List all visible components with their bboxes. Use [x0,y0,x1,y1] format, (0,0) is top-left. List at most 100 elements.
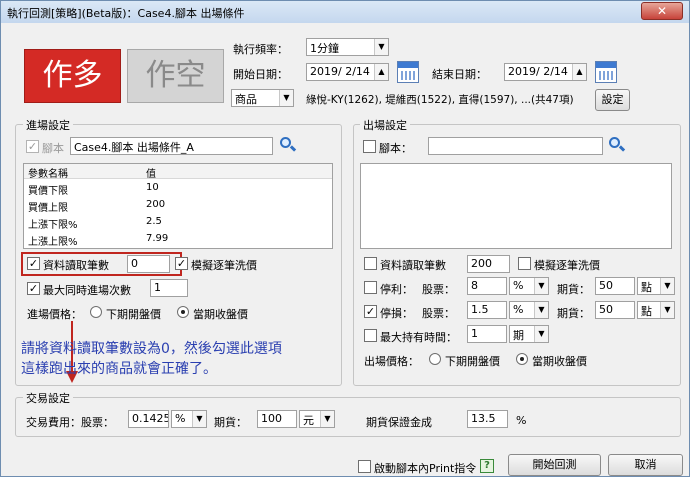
print-label: 啟動腳本內Print指令 [374,462,477,475]
table-row[interactable]: 買價上限 200 [24,198,332,214]
help-icon[interactable]: ? [480,459,494,473]
column-header: 值 [146,169,156,180]
stop-loss-checkbox[interactable]: ✓ [364,305,377,318]
stop-profit-unit: % [513,279,524,292]
entry-simulate-label: 模擬逐筆洗價 [191,259,257,272]
entry-script-label: 腳本 [42,142,64,155]
entry-script-checkbox[interactable]: ✓ [26,140,39,153]
chevron-down-icon: ▼ [374,39,388,55]
date-spinner-icon: ▲ [572,64,586,80]
exit-script-checkbox[interactable] [363,140,376,153]
chevron-down-icon: ▼ [279,90,293,106]
start-backtest-button[interactable]: 開始回測 [508,454,601,476]
chevron-down-icon: ▼ [192,411,206,427]
entry-bars-label: 資料讀取筆數 [43,259,109,272]
exit-param-table [360,163,672,249]
print-checkbox[interactable] [358,460,371,473]
exit-close-radio[interactable] [516,353,528,365]
backtest-window: 執行回測[策略](Beta版)：Case4.腳本 出場條件 ✕ 作多 作空 執行… [0,0,690,477]
stop-loss-fut-input[interactable]: 50 [595,301,635,319]
exit-next-open-label: 下期開盤價 [445,355,500,368]
stop-profit-unit-dropdown[interactable]: % ▼ [509,277,549,295]
stop-profit-checkbox[interactable] [364,281,377,294]
margin-label: 期貨保證金成 [366,416,432,429]
start-date-field[interactable]: 2019/ 2/14 ▲ [306,63,389,81]
param-value: 10 [146,182,159,193]
stop-loss-fut-unit: 點 [641,305,652,318]
settings-button[interactable]: 設定 [595,89,630,111]
stop-loss-fut-label: 期貨： [557,307,590,320]
fee-fut-unit-dropdown[interactable]: 元 ▼ [299,410,335,428]
cancel-button[interactable]: 取消 [608,454,683,476]
start-date-label: 開始日期： [233,68,288,81]
exit-bars-checkbox[interactable] [364,257,377,270]
exit-price-label: 出場價格： [364,355,419,368]
exit-next-open-radio[interactable] [429,353,441,365]
param-name: 買價下限 [28,186,68,197]
exit-script-label: 腳本： [379,142,412,155]
exit-script-field[interactable] [428,137,603,155]
date-spinner-icon: ▲ [374,64,388,80]
max-hold-input[interactable]: 1 [467,325,507,343]
table-row[interactable]: 上漲上限% 7.99 [24,232,332,248]
exit-settings-title: 出場設定 [360,117,410,133]
window-title: 執行回測[策略](Beta版)：Case4.腳本 出場條件 [7,7,245,20]
product-type-dropdown[interactable]: 商品 ▼ [231,89,294,107]
search-icon[interactable] [609,137,626,153]
stop-loss-unit: % [513,303,524,316]
stop-loss-stock-input[interactable]: 1.5 [467,301,507,319]
chevron-down-icon: ▼ [660,302,674,318]
table-row[interactable]: 上漲下限% 2.5 [24,215,332,231]
freq-label: 執行頻率： [233,43,288,56]
calendar-icon[interactable] [397,61,419,83]
max-hold-label: 最大持有時間： [380,331,457,344]
trade-settings-group [15,397,681,437]
stop-profit-fut-input[interactable]: 50 [595,277,635,295]
exit-simulate-checkbox[interactable] [518,257,531,270]
entry-script-field[interactable]: Case4.腳本 出場條件_A [70,137,273,155]
fee-stock-unit-dropdown[interactable]: % ▼ [171,410,207,428]
calendar-icon[interactable] [595,61,617,83]
entry-close-radio[interactable] [177,306,189,318]
param-value: 200 [146,199,166,210]
stop-profit-fut-unit-dropdown[interactable]: 點 ▼ [637,277,675,295]
short-button[interactable]: 作空 [127,49,224,103]
fee-stock-input[interactable]: 0.1425 [128,410,169,428]
exit-bars-input[interactable]: 200 [467,255,510,273]
annotation-line-2: 這樣跑出來的商品就會正確了。 [21,361,217,377]
chevron-down-icon: ▼ [660,278,674,294]
margin-unit: % [516,414,527,427]
max-entries-input[interactable]: 1 [150,279,188,297]
freq-dropdown[interactable]: 1分鐘 ▼ [306,38,389,56]
table-header: 參數名稱 值 [24,164,332,180]
entry-next-open-label: 下期開盤價 [106,308,161,321]
stop-loss-unit-dropdown[interactable]: % ▼ [509,301,549,319]
fee-label: 交易費用：股票： [26,416,114,429]
chevron-down-icon: ▼ [534,278,548,294]
title-bar: 執行回測[策略](Beta版)：Case4.腳本 出場條件 ✕ [1,1,689,23]
entry-bars-checkbox[interactable]: ✓ [27,257,40,270]
max-hold-checkbox[interactable] [364,329,377,342]
fee-fut-input[interactable]: 100 [257,410,297,428]
entry-simulate-checkbox[interactable]: ✓ [175,257,188,270]
entry-param-table: 參數名稱 值 買價下限 10 買價上限 200 上漲下限% 2.5 上漲上限% … [23,163,333,249]
max-hold-unit-dropdown[interactable]: 期 ▼ [509,325,549,343]
exit-bars-label: 資料讀取筆數 [380,259,446,272]
entry-next-open-radio[interactable] [90,306,102,318]
stop-loss-label: 停損： [380,307,413,320]
start-date-value: 2019/ 2/14 [310,65,370,78]
stop-loss-fut-unit-dropdown[interactable]: 點 ▼ [637,301,675,319]
close-button[interactable]: ✕ [641,2,683,20]
max-entries-checkbox[interactable]: ✓ [27,282,40,295]
table-row[interactable]: 買價下限 10 [24,181,332,197]
long-button[interactable]: 作多 [24,49,121,103]
stop-profit-fut-label: 期貨： [557,283,590,296]
max-hold-unit: 期 [513,329,524,342]
stop-loss-stock-label: 股票： [422,307,455,320]
param-value: 7.99 [146,233,169,244]
margin-input[interactable]: 13.5 [467,410,508,428]
search-icon[interactable] [280,137,297,153]
entry-bars-input[interactable]: 0 [127,255,170,273]
end-date-field[interactable]: 2019/ 2/14 ▲ [504,63,587,81]
stop-profit-stock-input[interactable]: 8 [467,277,507,295]
